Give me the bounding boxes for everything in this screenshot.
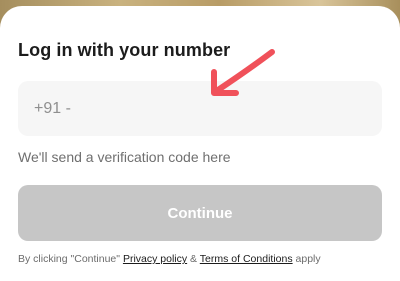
terms-suffix: apply	[295, 253, 321, 265]
login-sheet: Log in with your number We'll send a ver…	[0, 6, 400, 281]
terms-joiner: &	[190, 253, 198, 265]
terms-prefix: By clicking "Continue"	[18, 253, 121, 265]
privacy-policy-link[interactable]: Privacy policy	[123, 253, 187, 265]
login-title: Log in with your number	[18, 40, 231, 60]
phone-input-container[interactable]	[18, 81, 382, 136]
continue-button[interactable]: Continue	[18, 185, 382, 241]
terms-notice: By clicking "Continue" Privacy policy & …	[18, 253, 321, 265]
terms-of-conditions-link[interactable]: Terms of Conditions	[200, 253, 293, 265]
phone-number-input[interactable]	[34, 81, 364, 136]
verification-hint: We'll send a verification code here	[18, 149, 231, 165]
